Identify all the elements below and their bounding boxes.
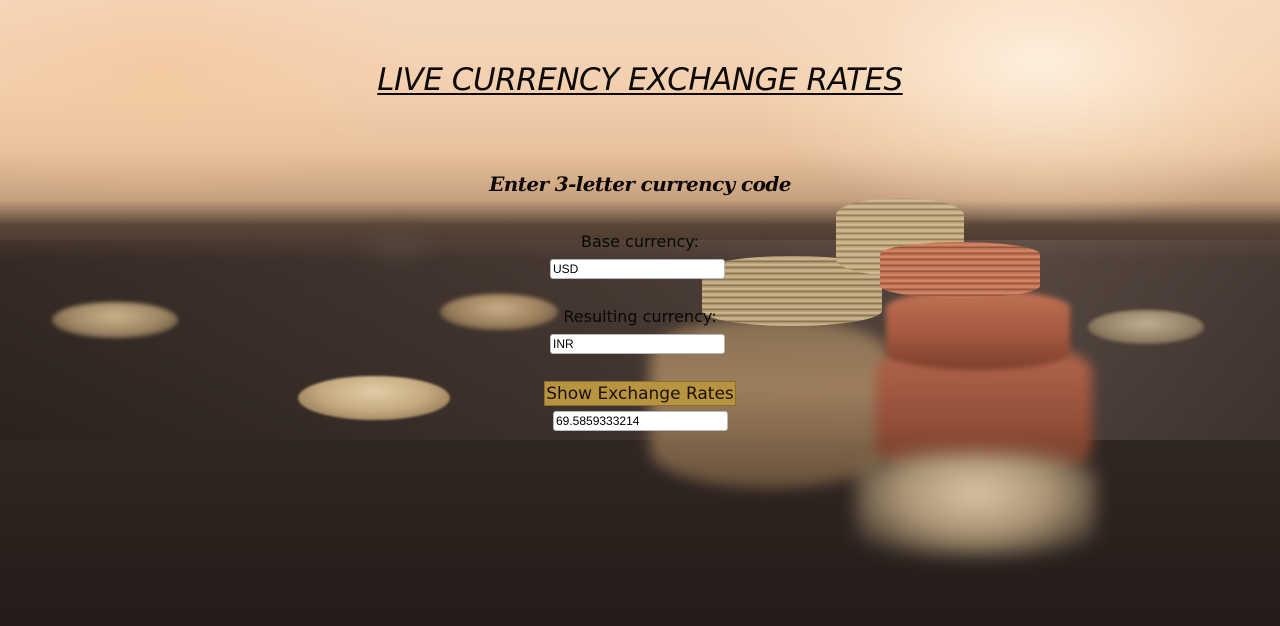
- page-title: LIVE CURRENCY EXCHANGE RATES: [377, 62, 903, 98]
- resulting-currency-input[interactable]: [550, 334, 725, 354]
- show-exchange-rates-button[interactable]: Show Exchange Rates: [544, 381, 736, 406]
- base-currency-input[interactable]: [550, 259, 725, 279]
- converter-panel: LIVE CURRENCY EXCHANGE RATES Enter 3-let…: [0, 0, 1280, 626]
- instructions-heading: Enter 3-letter currency code: [489, 172, 791, 196]
- exchange-rate-output[interactable]: [553, 411, 728, 431]
- base-currency-label: Base currency:: [581, 232, 699, 251]
- resulting-currency-label: Resulting currency:: [563, 307, 717, 326]
